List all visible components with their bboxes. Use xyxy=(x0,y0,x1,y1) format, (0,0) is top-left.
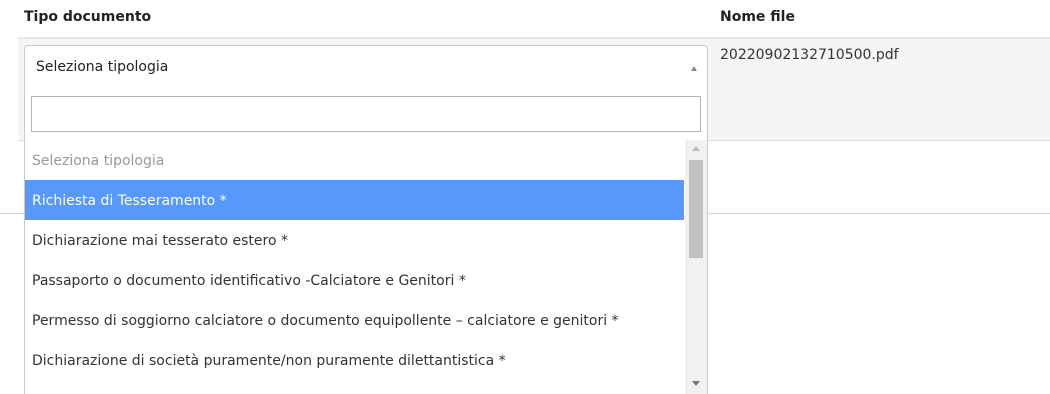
options-list: Seleziona tipologia Richiesta di Tessera… xyxy=(25,140,684,394)
option-richiesta-tesseramento[interactable]: Richiesta di Tesseramento * xyxy=(25,180,684,220)
scrollbar-thumb[interactable] xyxy=(689,160,703,258)
scroll-up-arrow-icon[interactable] xyxy=(692,146,700,151)
document-type-select[interactable]: Seleziona tipologia xyxy=(24,45,708,89)
scroll-down-arrow-icon[interactable] xyxy=(692,381,700,386)
dropdown-scrollbar[interactable] xyxy=(685,140,707,394)
column-header-nome-file: Nome file xyxy=(720,9,795,25)
option-dichiarazione-societa[interactable]: Dichiarazione di società puramente/non p… xyxy=(25,340,684,380)
column-header-tipo-documento: Tipo documento xyxy=(24,9,152,25)
document-type-dropdown: Seleziona tipologia Richiesta di Tessera… xyxy=(24,88,708,394)
document-upload-table: Tipo documento Nome file 202209021327105… xyxy=(0,0,1050,394)
option-permesso-soggiorno[interactable]: Permesso di soggiorno calciatore o docum… xyxy=(25,300,684,340)
option-placeholder[interactable]: Seleziona tipologia xyxy=(25,140,684,180)
option-dichiarazione-mai-tesserato-estero[interactable]: Dichiarazione mai tesserato estero * xyxy=(25,220,684,260)
chevron-up-icon xyxy=(691,66,697,71)
dropdown-search-input[interactable] xyxy=(31,96,701,132)
file-name: 20220902132710500.pdf xyxy=(720,47,899,63)
option-passaporto[interactable]: Passaporto o documento identificativo -C… xyxy=(25,260,684,300)
select-current-value: Seleziona tipologia xyxy=(36,59,169,75)
